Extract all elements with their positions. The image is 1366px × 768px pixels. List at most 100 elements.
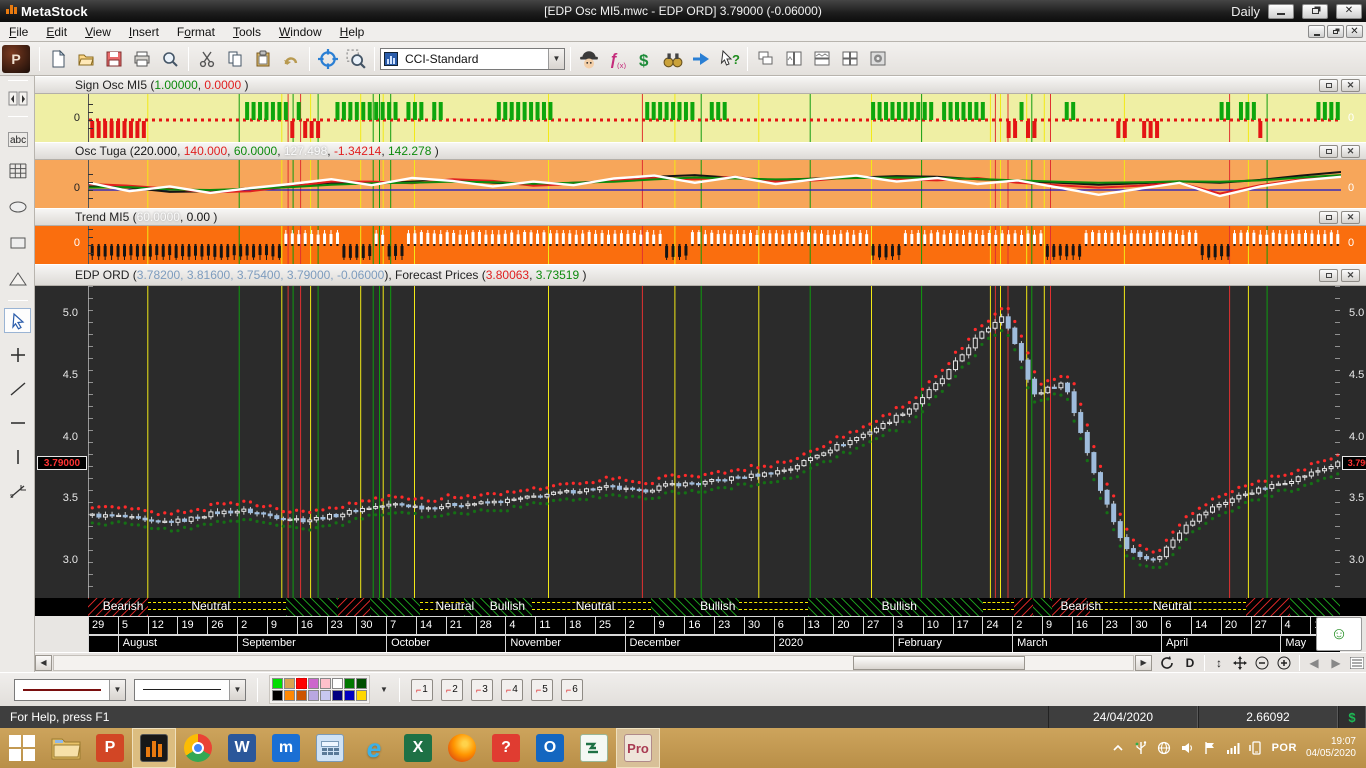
layout-button-5[interactable]: ⌐5 (531, 679, 553, 701)
help-icon[interactable]: ? (484, 728, 528, 768)
trend-maximize-button[interactable] (1319, 211, 1338, 224)
save-chart-icon[interactable] (101, 46, 127, 72)
outlook-icon[interactable]: O (528, 728, 572, 768)
color-swatch[interactable] (308, 690, 319, 701)
crosshair-icon[interactable] (315, 46, 341, 72)
color-swatch[interactable] (284, 690, 295, 701)
indicator-quicklist-combo[interactable]: CCI-Standard▼ (380, 48, 565, 70)
price-plot[interactable] (88, 286, 1340, 598)
minimize-button[interactable] (1268, 4, 1294, 19)
ie-icon[interactable]: e (352, 728, 396, 768)
firefox-icon[interactable] (440, 728, 484, 768)
close-button[interactable]: ✕ (1336, 4, 1362, 19)
color-swatch[interactable] (344, 678, 355, 689)
language-indicator[interactable]: POR (1272, 742, 1297, 754)
scroll-right-button[interactable]: ▶ (1135, 655, 1152, 671)
osc-tuga-plot[interactable] (88, 160, 1340, 208)
zoom-in-icon[interactable] (1277, 656, 1293, 670)
chrome-icon[interactable] (176, 728, 220, 768)
line-style-combo[interactable]: ▼ (14, 679, 126, 701)
palette-dropdown[interactable]: ▼ (380, 685, 388, 694)
zoom-box-icon[interactable] (343, 46, 369, 72)
trendline-tool[interactable] (4, 376, 31, 401)
child-restore-button[interactable] (1327, 25, 1344, 38)
pointer-tool[interactable] (4, 308, 31, 333)
color-swatch[interactable] (320, 690, 331, 701)
osc-tuga-maximize-button[interactable] (1319, 145, 1338, 158)
zoom-icon[interactable] (157, 46, 183, 72)
network-icon[interactable] (1157, 741, 1171, 755)
menu-file[interactable]: File (0, 23, 37, 41)
ellipse-tool[interactable] (4, 194, 31, 219)
tile-horizontal-icon[interactable] (809, 46, 835, 72)
color-swatch[interactable] (356, 690, 367, 701)
menu-view[interactable]: View (76, 23, 120, 41)
cut-icon[interactable] (194, 46, 220, 72)
color-swatch[interactable] (344, 690, 355, 701)
open-chart-icon[interactable] (73, 46, 99, 72)
color-swatch[interactable] (320, 678, 331, 689)
smiley-button[interactable]: ☺ (1316, 617, 1362, 651)
explorer-binoculars-icon[interactable] (660, 46, 686, 72)
crosshair-tool[interactable] (4, 342, 31, 367)
color-swatch[interactable] (272, 690, 283, 701)
move-chart-icon[interactable] (1233, 656, 1249, 670)
tile-vertical-icon[interactable] (781, 46, 807, 72)
price-close-button[interactable]: ✕ (1341, 269, 1360, 282)
layout-button-6[interactable]: ⌐6 (561, 679, 583, 701)
color-swatch[interactable] (272, 678, 283, 689)
sign-osc-close-button[interactable]: ✕ (1341, 79, 1360, 92)
start-button[interactable] (0, 728, 44, 768)
grid-tool[interactable] (4, 158, 31, 183)
vertical-line-tool[interactable] (4, 444, 31, 469)
arrange-icons-icon[interactable] (865, 46, 891, 72)
periodicity-daily-button[interactable]: D (1182, 656, 1198, 670)
tray-expand-icon[interactable] (1111, 741, 1125, 755)
copy-icon[interactable] (222, 46, 248, 72)
color-swatch[interactable] (284, 678, 295, 689)
color-swatch[interactable] (296, 690, 307, 701)
metastock-icon[interactable] (132, 728, 176, 768)
menu-insert[interactable]: Insert (120, 23, 168, 41)
trend-plot[interactable] (88, 226, 1340, 264)
word-icon[interactable]: W (220, 728, 264, 768)
menu-tools[interactable]: Tools (224, 23, 270, 41)
color-swatch[interactable] (332, 690, 343, 701)
line-weight-combo-dropdown[interactable]: ▼ (229, 680, 245, 700)
next-chart-icon[interactable]: ▶ (1328, 656, 1344, 670)
color-swatch[interactable] (308, 678, 319, 689)
scroll-left-button[interactable]: ◀ (35, 655, 52, 671)
pro-icon[interactable]: Pro (616, 728, 660, 768)
price-maximize-button[interactable] (1319, 269, 1338, 282)
restore-button[interactable] (1302, 4, 1328, 19)
prev-chart-icon[interactable]: ◀ (1306, 656, 1322, 670)
horizontal-line-tool[interactable] (4, 410, 31, 435)
signal-icon[interactable] (1226, 741, 1240, 755)
menu-edit[interactable]: Edit (37, 23, 76, 41)
vertical-zoom-icon[interactable]: ↕ (1211, 656, 1227, 670)
rectangle-tool[interactable] (4, 230, 31, 255)
powerpoint-icon[interactable]: P (88, 728, 132, 768)
print-icon[interactable] (129, 46, 155, 72)
indicator-builder-icon[interactable]: ƒ(x) (604, 46, 630, 72)
text-tool[interactable]: abc (4, 126, 31, 151)
semilog-line-tool[interactable]: s (4, 478, 31, 503)
calculator-icon[interactable] (308, 728, 352, 768)
layout-button-3[interactable]: ⌐3 (471, 679, 493, 701)
new-chart-icon[interactable] (45, 46, 71, 72)
flag-icon[interactable] (1203, 741, 1217, 755)
system-tester-icon[interactable]: $ (632, 46, 658, 72)
scrollbar-thumb[interactable] (853, 656, 1026, 670)
zoom-out-icon[interactable] (1255, 656, 1271, 670)
chart-menu-icon[interactable] (1350, 657, 1366, 669)
child-close-button[interactable]: ✕ (1346, 25, 1363, 38)
project-icon[interactable] (572, 728, 616, 768)
indicator-combo-dropdown[interactable]: ▼ (548, 49, 564, 69)
paste-icon[interactable] (250, 46, 276, 72)
layout-button-2[interactable]: ⌐2 (441, 679, 463, 701)
sign-osc-plot[interactable] (88, 94, 1340, 142)
cascade-windows-icon[interactable] (753, 46, 779, 72)
sign-osc-maximize-button[interactable] (1319, 79, 1338, 92)
menu-format[interactable]: Format (168, 23, 224, 41)
tile-grid-icon[interactable] (837, 46, 863, 72)
